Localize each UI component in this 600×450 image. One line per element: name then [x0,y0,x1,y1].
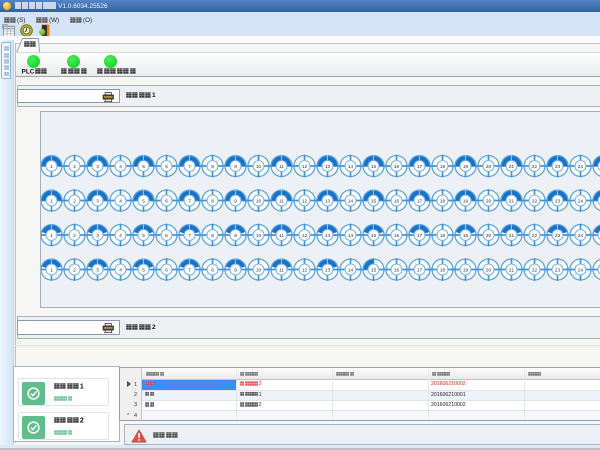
svg-text:8: 8 [211,233,214,238]
svg-text:17: 17 [417,267,423,272]
svg-text:3: 3 [96,233,99,238]
svg-text:4: 4 [119,164,122,169]
svg-text:3: 3 [96,164,99,169]
svg-text:1: 1 [50,164,53,169]
svg-text:15: 15 [371,233,377,238]
svg-text:13: 13 [325,233,331,238]
svg-text:2: 2 [73,164,76,169]
svg-text:13: 13 [325,198,331,203]
svg-text:23: 23 [555,267,561,272]
svg-text:24: 24 [578,198,584,203]
svg-text:22: 22 [532,198,538,203]
svg-text:13: 13 [325,267,331,272]
svg-text:24: 24 [578,233,584,238]
svg-text:22: 22 [532,267,538,272]
svg-text:5: 5 [142,267,145,272]
svg-text:6: 6 [165,233,168,238]
svg-text:16: 16 [394,164,400,169]
svg-text:21: 21 [509,267,515,272]
svg-text:15: 15 [371,164,377,169]
svg-text:20: 20 [486,198,492,203]
svg-text:17: 17 [417,164,423,169]
svg-text:1: 1 [50,233,53,238]
svg-text:11: 11 [279,164,284,169]
svg-text:4: 4 [119,267,122,272]
svg-text:14: 14 [348,233,354,238]
svg-text:2: 2 [73,267,76,272]
svg-text:23: 23 [555,198,561,203]
svg-text:4: 4 [119,198,122,203]
svg-text:10: 10 [256,198,262,203]
svg-text:9: 9 [234,267,237,272]
svg-text:4: 4 [119,233,122,238]
svg-text:6: 6 [165,198,168,203]
svg-text:7: 7 [188,164,191,169]
svg-text:24: 24 [578,267,584,272]
svg-text:1: 1 [50,267,53,272]
svg-text:12: 12 [302,198,308,203]
svg-text:6: 6 [165,267,168,272]
svg-text:2: 2 [73,233,76,238]
svg-text:7: 7 [188,267,191,272]
svg-text:14: 14 [348,267,354,272]
svg-text:15: 15 [371,267,377,272]
svg-text:5: 5 [142,164,145,169]
svg-text:18: 18 [440,233,446,238]
svg-text:8: 8 [211,198,214,203]
svg-text:9: 9 [234,164,237,169]
svg-text:13: 13 [325,164,331,169]
svg-text:8: 8 [211,164,214,169]
svg-text:22: 22 [532,233,538,238]
svg-text:10: 10 [256,267,262,272]
svg-text:21: 21 [509,198,515,203]
svg-text:5: 5 [142,233,145,238]
svg-text:19: 19 [463,198,469,203]
svg-text:16: 16 [394,233,400,238]
svg-text:15: 15 [371,198,377,203]
svg-text:17: 17 [417,198,423,203]
svg-text:20: 20 [486,267,492,272]
svg-text:19: 19 [463,164,469,169]
svg-text:23: 23 [555,164,561,169]
svg-text:14: 14 [348,198,354,203]
svg-text:5: 5 [142,198,145,203]
svg-text:11: 11 [279,233,284,238]
svg-text:10: 10 [256,164,262,169]
svg-text:12: 12 [302,267,308,272]
svg-text:23: 23 [555,233,561,238]
svg-text:1: 1 [50,198,53,203]
svg-text:19: 19 [463,233,469,238]
svg-text:6: 6 [165,164,168,169]
svg-text:7: 7 [188,198,191,203]
svg-text:16: 16 [394,267,400,272]
svg-text:12: 12 [302,164,308,169]
svg-text:2: 2 [73,198,76,203]
svg-text:24: 24 [578,164,584,169]
svg-text:3: 3 [96,267,99,272]
svg-text:10: 10 [256,233,262,238]
svg-text:3: 3 [96,198,99,203]
svg-text:18: 18 [440,267,446,272]
svg-text:8: 8 [211,267,214,272]
svg-text:9: 9 [234,198,237,203]
svg-text:20: 20 [486,233,492,238]
svg-text:20: 20 [486,164,492,169]
svg-text:18: 18 [440,198,446,203]
svg-text:16: 16 [394,198,400,203]
svg-text:21: 21 [509,164,515,169]
svg-text:19: 19 [463,267,469,272]
svg-text:18: 18 [440,164,446,169]
svg-text:22: 22 [532,164,538,169]
svg-text:17: 17 [417,233,423,238]
svg-text:21: 21 [509,233,515,238]
svg-text:12: 12 [302,233,308,238]
svg-text:14: 14 [348,164,354,169]
svg-text:7: 7 [188,233,191,238]
svg-text:9: 9 [234,233,237,238]
svg-text:11: 11 [279,198,284,203]
svg-text:11: 11 [279,267,284,272]
